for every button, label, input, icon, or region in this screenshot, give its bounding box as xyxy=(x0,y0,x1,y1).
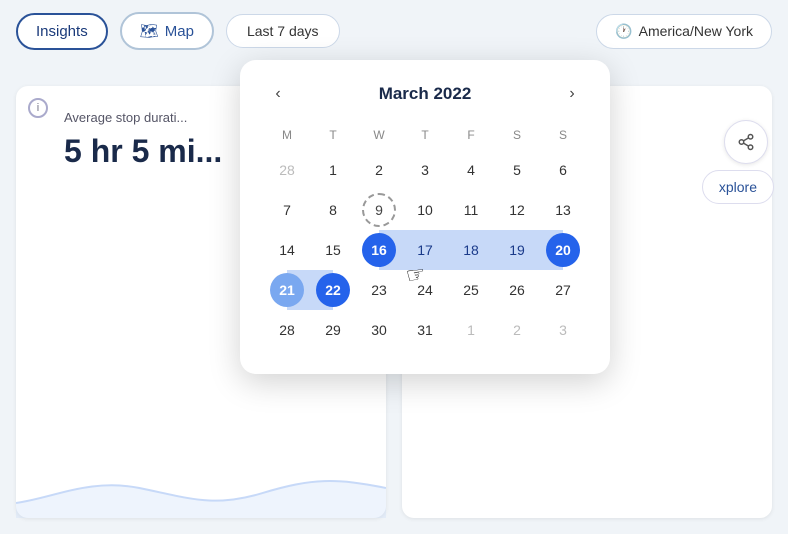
cal-day-2[interactable]: 2 xyxy=(356,150,402,190)
explore-label: xplore xyxy=(719,179,757,195)
calendar-header: ‹ March 2022 › xyxy=(264,80,586,108)
cal-day-8[interactable]: 8 xyxy=(310,190,356,230)
cal-day-25[interactable]: 25 xyxy=(448,270,494,310)
cal-day-7[interactable]: 7 xyxy=(264,190,310,230)
clock-icon: 🕐 xyxy=(615,23,632,40)
cal-day-6[interactable]: 6 xyxy=(540,150,586,190)
cal-day-19[interactable]: 19 xyxy=(494,230,540,270)
cal-day-22[interactable]: 22 xyxy=(310,270,356,310)
cal-day-17[interactable]: 17 xyxy=(402,230,448,270)
insights-button[interactable]: Insights xyxy=(16,13,108,50)
cal-day-3-next[interactable]: 3 xyxy=(540,310,586,350)
cal-day-28-prev[interactable]: 28 xyxy=(264,150,310,190)
day-header-tue: T xyxy=(310,124,356,150)
cal-day-9[interactable]: 9 xyxy=(362,193,396,227)
card-chart xyxy=(16,458,386,518)
cal-day-14[interactable]: 14 xyxy=(264,230,310,270)
cal-day-31[interactable]: 31 xyxy=(402,310,448,350)
cal-day-16[interactable]: 16 xyxy=(356,230,402,270)
day-header-sun: S xyxy=(540,124,586,150)
cal-day-28[interactable]: 28 xyxy=(264,310,310,350)
map-button[interactable]: 🗺 Map xyxy=(120,12,214,50)
timezone-button[interactable]: 🕐 America/New York xyxy=(596,14,772,49)
cal-day-10[interactable]: 10 xyxy=(402,190,448,230)
cal-day-27[interactable]: 27 xyxy=(540,270,586,310)
cal-day-29[interactable]: 29 xyxy=(310,310,356,350)
cal-day-18[interactable]: 18 xyxy=(448,230,494,270)
cal-day-21[interactable]: 21 xyxy=(264,270,310,310)
prev-month-button[interactable]: ‹ xyxy=(264,80,292,108)
date-range-button[interactable]: Last 7 days xyxy=(226,14,340,48)
calendar-overlay: ‹ March 2022 › M T W T F S S 28 1 2 3 4 … xyxy=(240,60,610,374)
day-header-wed: W xyxy=(356,124,402,150)
day-header-mon: M xyxy=(264,124,310,150)
cal-day-3[interactable]: 3 xyxy=(402,150,448,190)
top-nav: Insights 🗺 Map Last 7 days 🕐 America/New… xyxy=(0,0,788,62)
cal-day-26[interactable]: 26 xyxy=(494,270,540,310)
calendar-grid: M T W T F S S 28 1 2 3 4 5 6 7 8 9 10 11… xyxy=(264,124,586,350)
cal-day-24[interactable]: 24 xyxy=(402,270,448,310)
share-button[interactable] xyxy=(724,120,768,164)
cal-day-15[interactable]: 15 xyxy=(310,230,356,270)
day-header-fri: F xyxy=(448,124,494,150)
cal-day-2-next[interactable]: 2 xyxy=(494,310,540,350)
cal-day-20[interactable]: 20 xyxy=(540,230,586,270)
day-header-sat: S xyxy=(494,124,540,150)
cal-day-12[interactable]: 12 xyxy=(494,190,540,230)
cal-day-13[interactable]: 13 xyxy=(540,190,586,230)
cal-day-11[interactable]: 11 xyxy=(448,190,494,230)
cal-day-23[interactable]: 23 xyxy=(356,270,402,310)
day-header-thu: T xyxy=(402,124,448,150)
cal-day-1-next[interactable]: 1 xyxy=(448,310,494,350)
next-month-button[interactable]: › xyxy=(558,80,586,108)
calendar-month-title: March 2022 xyxy=(379,84,472,104)
explore-button[interactable]: xplore xyxy=(702,170,774,204)
cal-day-30[interactable]: 30 xyxy=(356,310,402,350)
cal-day-5[interactable]: 5 xyxy=(494,150,540,190)
map-icon: 🗺 xyxy=(140,22,159,40)
info-icon: i xyxy=(28,98,48,118)
cal-day-1[interactable]: 1 xyxy=(310,150,356,190)
cal-day-4[interactable]: 4 xyxy=(448,150,494,190)
